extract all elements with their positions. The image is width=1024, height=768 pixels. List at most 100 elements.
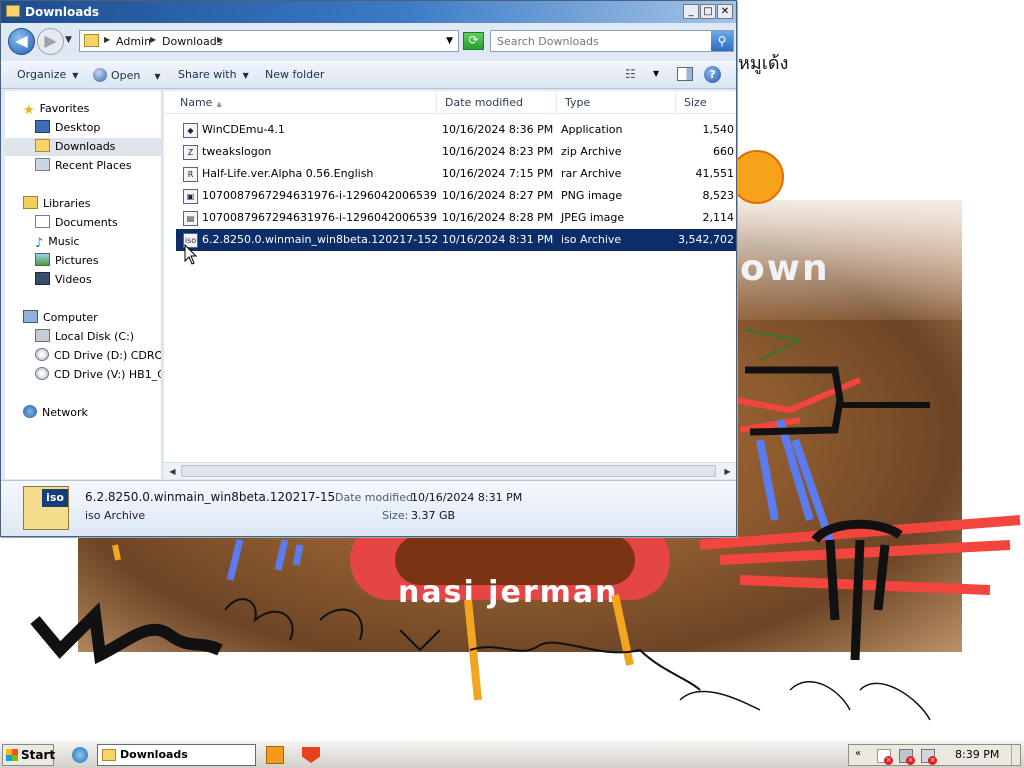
horizontal-scrollbar[interactable]: ◀ ▶: [164, 462, 736, 479]
file-date-modified: 10/16/2024 8:27 PM: [442, 189, 554, 202]
internet-explorer-icon[interactable]: [72, 747, 88, 763]
jpeg-icon: ▤: [183, 211, 198, 226]
details-size-value: 3.37 GB: [411, 509, 456, 522]
nav-libraries[interactable]: Libraries: [23, 195, 91, 213]
column-header-name[interactable]: Name ▲: [172, 91, 437, 114]
show-hidden-icons-button[interactable]: «: [855, 748, 861, 759]
recent-pages-dropdown[interactable]: ▼: [65, 35, 72, 45]
folder-icon: [6, 5, 20, 17]
cd-drive-icon: [35, 348, 49, 361]
address-bar-area: ◀ ▶ ▼ ▶ Admin ▶ Downloads ▶ ▼ ⟳ ⚲: [1, 23, 736, 61]
details-date-label: Date modified:: [335, 491, 417, 504]
search-icon[interactable]: ⚲: [711, 31, 733, 51]
open-button[interactable]: Open ▼: [93, 68, 161, 82]
column-header-date-modified[interactable]: Date modified: [437, 91, 557, 114]
start-button[interactable]: Start: [2, 744, 55, 766]
folder-icon: [102, 749, 116, 761]
nav-desktop[interactable]: Desktop: [35, 119, 100, 137]
search-input[interactable]: [491, 31, 711, 51]
zip-icon: Z: [183, 145, 198, 160]
column-headers: Name ▲ Date modified Type Size: [164, 91, 736, 114]
folder-icon: [84, 34, 99, 47]
error-badge-icon: ×: [928, 756, 937, 765]
chevron-down-icon[interactable]: ▼: [154, 72, 160, 81]
nav-cd-drive-v[interactable]: CD Drive (V:) HB1_CCF: [35, 366, 161, 384]
file-row[interactable]: Ztweakslogon 10/16/2024 8:23 PM zip Archiv…: [176, 141, 736, 163]
forward-button[interactable]: ▶: [37, 28, 64, 55]
window-title: Downloads: [25, 5, 100, 19]
chevron-right-icon[interactable]: ▶: [150, 35, 156, 44]
file-row[interactable]: ◆ WinCDEmu-4.1 10/16/2024 8:36 PM Applicati…: [176, 119, 736, 141]
breadcrumb-downloads[interactable]: Downloads: [162, 35, 222, 48]
column-header-type[interactable]: Type: [557, 91, 676, 114]
scrollbar-thumb[interactable]: [181, 465, 716, 477]
file-size: 41,551: [695, 167, 735, 180]
png-icon: ▣: [183, 189, 198, 204]
nav-label: CD Drive (V:) HB1_CCF: [54, 368, 161, 381]
scroll-left-icon[interactable]: ◀: [165, 464, 180, 479]
nav-label: Desktop: [55, 121, 101, 134]
file-row[interactable]: iso 6.2.8250.0.winmain_win8beta.120217-15…: [176, 229, 736, 251]
scroll-right-icon[interactable]: ▶: [720, 464, 735, 479]
back-button[interactable]: ◀: [8, 28, 35, 55]
chevron-down-icon: ▼: [242, 71, 249, 80]
close-button[interactable]: ✕: [717, 4, 733, 19]
preview-pane-icon[interactable]: [677, 67, 693, 81]
app-shield-icon[interactable]: [302, 747, 320, 763]
network-icon: [23, 405, 37, 418]
nav-computer[interactable]: Computer: [23, 309, 98, 327]
media-player-icon[interactable]: [266, 746, 284, 764]
nav-documents[interactable]: Documents: [35, 214, 118, 232]
windows-logo-icon: [6, 749, 18, 761]
address-bar[interactable]: ▶ Admin ▶ Downloads ▶ ▼: [79, 30, 459, 52]
help-icon[interactable]: ?: [704, 66, 721, 83]
file-type: rar Archive: [561, 167, 622, 180]
show-desktop-button[interactable]: [1011, 745, 1020, 765]
nav-music[interactable]: ♪ Music: [35, 233, 80, 251]
nav-local-disk[interactable]: Local Disk (C:): [35, 328, 134, 346]
file-size: 660: [713, 145, 734, 158]
file-row[interactable]: ▤ 1070087967294631976-i-129604200653927..…: [176, 207, 736, 229]
share-with-button[interactable]: Share with ▼: [178, 68, 249, 81]
nav-pictures[interactable]: Pictures: [35, 252, 99, 270]
nav-label: Pictures: [55, 254, 99, 267]
nav-downloads[interactable]: Downloads: [5, 138, 161, 156]
file-size: 3,542,702: [678, 233, 734, 246]
column-header-size[interactable]: Size: [676, 91, 736, 114]
nav-videos[interactable]: Videos: [35, 271, 92, 289]
nav-recent-places[interactable]: Recent Places: [35, 157, 132, 175]
chevron-right-icon[interactable]: ▶: [104, 35, 110, 44]
title-bar[interactable]: Downloads _ □ ✕: [1, 1, 736, 23]
system-tray: « × × × 8:39 PM: [848, 744, 1021, 766]
maximize-button[interactable]: □: [700, 4, 716, 19]
details-file-type: iso Archive: [85, 509, 146, 522]
taskbar-button-downloads[interactable]: Downloads: [97, 744, 256, 766]
nav-favorites[interactable]: ★ Favorites: [23, 100, 89, 118]
chevron-down-icon: ▼: [72, 71, 79, 80]
network-tray-icon[interactable]: ×: [899, 749, 915, 765]
folder-icon: [35, 139, 50, 152]
navigation-pane: ★ Favorites Desktop Downloads Recent Plac…: [5, 91, 162, 479]
views-icon[interactable]: ☷: [625, 67, 636, 81]
rar-icon: R: [183, 167, 198, 182]
new-folder-button[interactable]: New folder: [265, 68, 324, 81]
action-center-icon[interactable]: ×: [877, 749, 893, 765]
hard-disk-icon: [35, 329, 50, 342]
refresh-button[interactable]: ⟳: [463, 32, 484, 50]
nav-network[interactable]: Network: [23, 404, 88, 422]
volume-icon[interactable]: ×: [921, 749, 937, 765]
address-dropdown[interactable]: ▼: [446, 36, 453, 46]
file-date-modified: 10/16/2024 8:28 PM: [442, 211, 554, 224]
chevron-right-icon[interactable]: ▶: [217, 35, 223, 44]
chevron-down-icon[interactable]: ▼: [653, 69, 659, 78]
nav-cd-drive-d[interactable]: CD Drive (D:) CDROM: [35, 347, 161, 365]
explorer-window: Downloads _ □ ✕ ◀ ▶ ▼ ▶ Admin ▶ Download…: [0, 0, 737, 537]
organize-button[interactable]: Organize ▼: [17, 68, 78, 81]
file-row[interactable]: R Half-Life.ver.Alpha 0.56.English 10/16/2…: [176, 163, 736, 185]
clock[interactable]: 8:39 PM: [955, 748, 999, 761]
file-size: 8,523: [702, 189, 735, 202]
minimize-button[interactable]: _: [683, 4, 699, 19]
file-row[interactable]: ▣ 1070087967294631976-i-129604200653927..…: [176, 185, 736, 207]
breadcrumb-admin[interactable]: Admin: [116, 35, 151, 48]
file-date-modified: 10/16/2024 8:23 PM: [442, 145, 554, 158]
